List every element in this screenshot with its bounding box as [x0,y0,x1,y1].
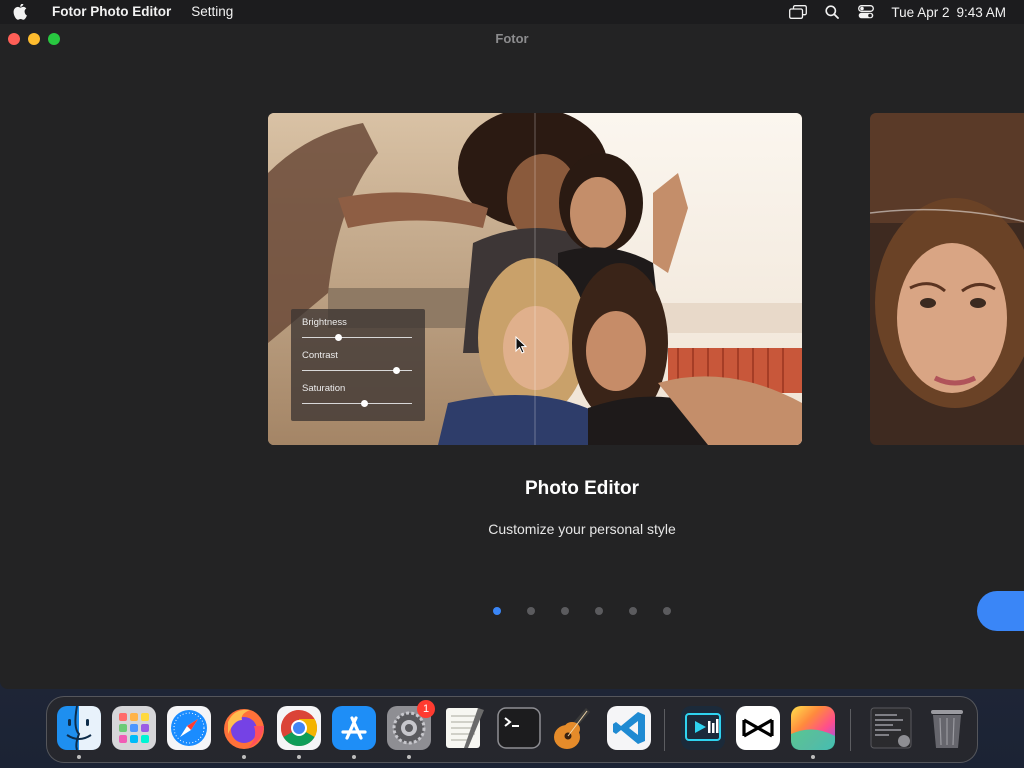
brightness-label: Brightness [302,317,347,328]
window-switcher-icon[interactable] [781,0,815,24]
spotlight-search-icon[interactable] [815,0,849,24]
page-dot-3[interactable] [561,607,569,615]
vscode-icon [607,706,651,750]
saturation-label: Saturation [302,383,346,394]
next-button[interactable] [977,591,1024,631]
dock-chrome[interactable] [275,704,323,759]
launchpad-icon [112,706,156,750]
dock-textedit[interactable] [440,704,488,752]
control-center-icon[interactable] [849,0,883,24]
page-dot-4[interactable] [595,607,603,615]
chrome-icon [277,706,321,750]
window-titlebar[interactable]: Fotor [0,24,1024,54]
fotor-window: Fotor Brightness Contrast Saturation Pho… [0,24,1024,689]
brightness-slider: Brightness [302,317,414,350]
contrast-slider: Contrast [302,350,414,383]
page-dot-6[interactable] [663,607,671,615]
finder-icon [57,705,101,751]
dock-separator-2 [850,709,851,751]
dock-separator [664,709,665,751]
firefox-icon [224,709,264,749]
terminal-icon [497,707,541,749]
mouse-pointer-icon [515,335,528,359]
menu-bar: Fotor Photo Editor Setting Tue Apr 2 9:4… [0,0,1024,24]
safari-icon [167,706,211,750]
garageband-icon [554,708,590,749]
recent-document-icon [870,707,912,749]
dock-firefox[interactable] [220,704,268,759]
saturation-slider: Saturation [302,383,414,416]
menu-setting[interactable]: Setting [181,0,243,24]
app-store-running-dot [352,755,356,759]
clock-time: 9:43 AM [956,4,1006,20]
finder-running-dot [77,755,81,759]
saturation-track [302,400,412,407]
menu-app-name[interactable]: Fotor Photo Editor [40,0,181,24]
brightness-knob [335,334,343,341]
dock-app-store[interactable] [330,704,378,759]
capcut-icon [736,706,780,750]
carousel-slide-next-preview[interactable] [870,113,1024,445]
system-settings-badge: 1 [417,700,435,718]
app-store-icon [332,706,376,750]
apple-menu-icon[interactable] [0,0,40,24]
dock-safari[interactable] [165,704,213,752]
dock-system-settings[interactable]: 1 [385,700,435,759]
dock-capcut[interactable] [734,704,782,752]
dock-fotor[interactable] [789,704,837,759]
dock-vscode[interactable] [605,704,653,752]
screen-recorder-icon [681,706,725,750]
dock-finder[interactable] [55,704,103,759]
page-dot-1[interactable] [493,607,501,615]
trash-icon [931,710,963,748]
brightness-track [302,334,412,341]
firefox-running-dot [242,755,246,759]
contrast-label: Contrast [302,350,338,361]
dock-launchpad[interactable] [110,704,158,752]
dock-trash[interactable] [923,704,971,752]
menu-clock[interactable]: Tue Apr 2 9:43 AM [891,5,1006,20]
textedit-icon [446,708,484,748]
page-dot-2[interactable] [527,607,535,615]
chrome-running-dot [297,755,301,759]
contrast-track [302,367,412,374]
adjustment-panel: Brightness Contrast Saturation [291,309,425,421]
dock: 1 [46,696,978,763]
contrast-knob [392,367,400,374]
carousel-pagination [493,607,671,615]
dock-screen-recorder[interactable] [679,704,727,752]
dock-terminal[interactable] [495,704,543,752]
clock-day: Tue Apr 2 [891,4,950,20]
slide-subtitle: Customize your personal style [488,521,676,537]
fotor-running-dot [811,755,815,759]
dock-recent-document[interactable] [867,704,915,752]
window-title: Fotor [495,31,529,46]
system-settings-running-dot [407,755,411,759]
dock-garageband[interactable] [550,704,598,752]
slide-title: Photo Editor [525,478,639,499]
saturation-knob [360,400,368,407]
page-dot-5[interactable] [629,607,637,615]
fotor-icon [791,706,835,750]
portrait-photo [870,113,1024,445]
